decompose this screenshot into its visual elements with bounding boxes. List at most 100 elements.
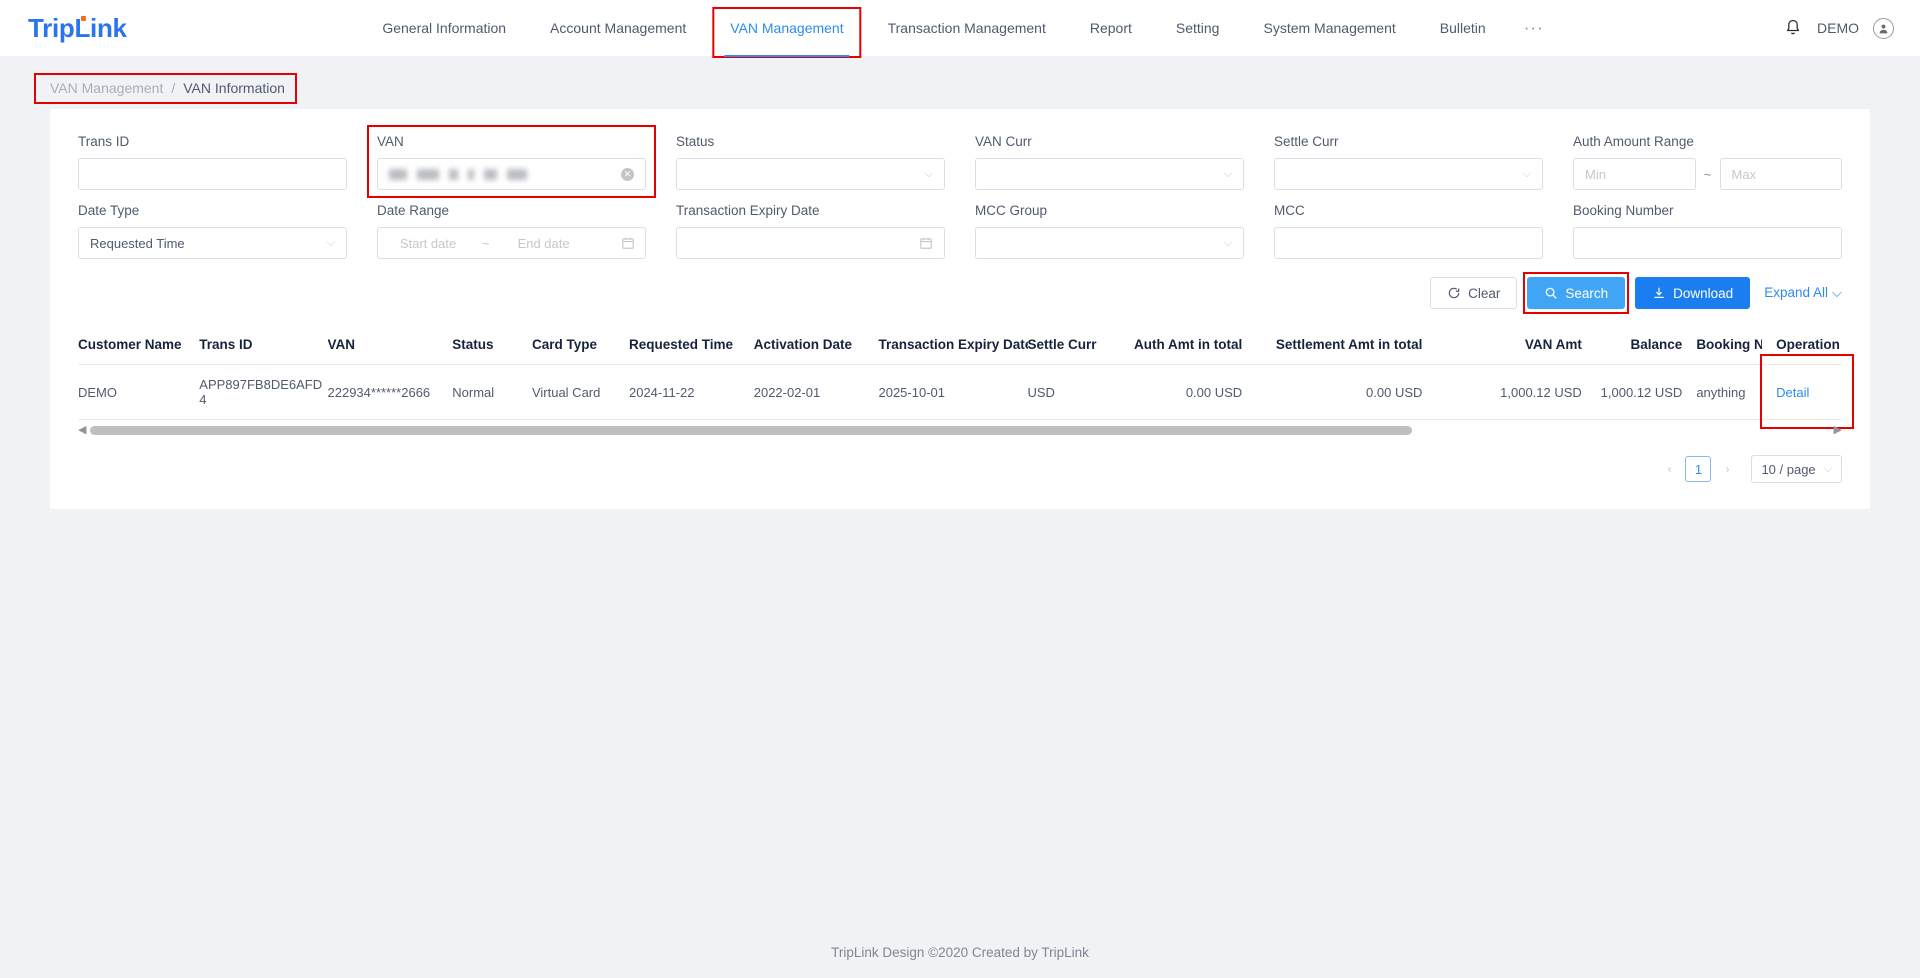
nav-item-system-management[interactable]: System Management bbox=[1241, 0, 1417, 57]
col-requested-time[interactable]: Requested Time bbox=[629, 325, 754, 365]
table-row[interactable]: DEMO APP897FB8DE6AFD4 222934******2666 N… bbox=[78, 365, 1842, 420]
cell-card-type: Virtual Card bbox=[532, 365, 629, 420]
date-range-picker[interactable]: Start date ~ End date bbox=[377, 227, 646, 259]
date-type-select[interactable]: Requested Time ⌵ bbox=[78, 227, 347, 259]
nav-item-general-information[interactable]: General Information bbox=[360, 0, 528, 57]
start-date-placeholder: Start date bbox=[388, 236, 468, 251]
calendar-icon bbox=[919, 236, 933, 250]
nav-item-bulletin[interactable]: Bulletin bbox=[1418, 0, 1508, 57]
cell-settle-curr: USD bbox=[1028, 365, 1118, 420]
chevron-down-icon: ⌵ bbox=[327, 237, 335, 250]
nav-item-van-management[interactable]: VAN Management bbox=[708, 0, 865, 57]
scrollbar-thumb[interactable] bbox=[90, 426, 1412, 435]
field-transaction-expiry-date: Transaction Expiry Date bbox=[676, 202, 945, 269]
col-card-type[interactable]: Card Type bbox=[532, 325, 629, 365]
main-nav: General Information Account Management V… bbox=[360, 0, 1559, 57]
download-button-label: Download bbox=[1673, 286, 1733, 301]
nav-item-report[interactable]: Report bbox=[1068, 0, 1154, 57]
date-type-value: Requested Time bbox=[90, 236, 185, 251]
trans-id-input[interactable] bbox=[78, 158, 347, 190]
col-status[interactable]: Status bbox=[452, 325, 532, 365]
van-table-wrap: Customer Name Trans ID VAN Status Card T… bbox=[78, 325, 1842, 420]
download-icon bbox=[1652, 286, 1666, 300]
nav-item-setting[interactable]: Setting bbox=[1154, 0, 1242, 57]
nav-label: Setting bbox=[1176, 20, 1220, 36]
col-trans-id[interactable]: Trans ID bbox=[199, 325, 327, 365]
app-logo[interactable]: TripLink bbox=[28, 13, 127, 44]
col-settlement-amt-in-total[interactable]: Settlement Amt in total bbox=[1256, 325, 1436, 365]
transaction-expiry-date-picker[interactable] bbox=[676, 227, 945, 259]
col-customer-name[interactable]: Customer Name bbox=[78, 325, 199, 365]
chevron-down-icon: ⌵ bbox=[1224, 237, 1232, 250]
col-auth-amt-in-total[interactable]: Auth Amt in total bbox=[1118, 325, 1257, 365]
col-balance[interactable]: Balance bbox=[1596, 325, 1697, 365]
booking-number-input[interactable] bbox=[1573, 227, 1842, 259]
search-icon bbox=[1544, 286, 1558, 300]
breadcrumb-separator: / bbox=[171, 80, 175, 96]
user-avatar-icon[interactable] bbox=[1873, 18, 1894, 39]
col-transaction-expiry-date[interactable]: Transaction Expiry Date bbox=[878, 325, 1027, 365]
end-date-placeholder: End date bbox=[504, 236, 584, 251]
logo-dot bbox=[81, 16, 86, 21]
pagination-page-1[interactable]: 1 bbox=[1685, 456, 1711, 482]
scroll-right-icon[interactable]: ▶ bbox=[1834, 426, 1842, 435]
table-horizontal-scrollbar[interactable]: ◀ ▶ bbox=[78, 426, 1842, 435]
nav-item-account-management[interactable]: Account Management bbox=[528, 0, 708, 57]
field-van: VAN ✕ bbox=[377, 133, 646, 200]
field-mcc: MCC bbox=[1274, 202, 1543, 269]
van-input[interactable]: ✕ bbox=[377, 158, 646, 190]
label-auth-amount-range: Auth Amount Range bbox=[1573, 133, 1842, 151]
label-van-curr: VAN Curr bbox=[975, 133, 1244, 151]
label-mcc-group: MCC Group bbox=[975, 202, 1244, 220]
breadcrumb-current: VAN Information bbox=[183, 80, 285, 96]
col-settle-curr[interactable]: Settle Curr bbox=[1028, 325, 1118, 365]
page-size-select[interactable]: 10 / page ⌵ bbox=[1751, 455, 1842, 483]
col-activation-date[interactable]: Activation Date bbox=[754, 325, 879, 365]
scroll-left-icon[interactable]: ◀ bbox=[78, 426, 86, 435]
nav-overflow-icon[interactable]: ··· bbox=[1508, 18, 1560, 38]
header-right-group: DEMO bbox=[1783, 18, 1894, 39]
chevron-down-icon: ⌵ bbox=[1224, 168, 1232, 181]
field-van-curr: VAN Curr ⌵ bbox=[975, 133, 1244, 200]
clear-button[interactable]: Clear bbox=[1430, 277, 1517, 309]
date-range-separator: ~ bbox=[482, 236, 490, 251]
col-van-amt[interactable]: VAN Amt bbox=[1436, 325, 1595, 365]
cell-van-amt: 1,000.12 USD bbox=[1436, 365, 1595, 420]
pagination-prev[interactable]: ‹ bbox=[1661, 462, 1677, 476]
auth-amount-max-input[interactable]: Max bbox=[1720, 158, 1843, 190]
detail-link[interactable]: Detail bbox=[1776, 385, 1809, 400]
scrollbar-track[interactable] bbox=[90, 426, 1829, 435]
pagination-next[interactable]: › bbox=[1719, 462, 1735, 476]
nav-label: General Information bbox=[382, 20, 506, 36]
reset-icon bbox=[1447, 286, 1461, 300]
cell-operation: Detail bbox=[1762, 365, 1842, 420]
mcc-input[interactable] bbox=[1274, 227, 1543, 259]
settle-curr-select[interactable]: ⌵ bbox=[1274, 158, 1543, 190]
main-card: Trans ID VAN ✕ Status ⌵ VAN Curr ⌵ bbox=[50, 109, 1870, 509]
field-mcc-group: MCC Group ⌵ bbox=[975, 202, 1244, 269]
search-button[interactable]: Search bbox=[1527, 277, 1625, 309]
download-button[interactable]: Download bbox=[1635, 277, 1750, 309]
clear-circle-icon[interactable]: ✕ bbox=[621, 168, 634, 181]
van-curr-select[interactable]: ⌵ bbox=[975, 158, 1244, 190]
page-footer: TripLink Design ©2020 Created by TripLin… bbox=[0, 945, 1920, 960]
auth-amount-min-input[interactable]: Min bbox=[1573, 158, 1696, 190]
page-size-label: 10 / page bbox=[1761, 462, 1815, 477]
status-select[interactable]: ⌵ bbox=[676, 158, 945, 190]
breadcrumb-parent[interactable]: VAN Management bbox=[50, 80, 163, 96]
nav-item-transaction-management[interactable]: Transaction Management bbox=[866, 0, 1068, 57]
chevron-down-icon: ⌵ bbox=[1824, 463, 1832, 476]
auth-min-placeholder: Min bbox=[1585, 167, 1606, 182]
col-booking-number[interactable]: Booking N bbox=[1696, 325, 1762, 365]
field-date-type: Date Type Requested Time ⌵ bbox=[78, 202, 347, 269]
auth-amount-range-row: Min ~ Max bbox=[1573, 158, 1842, 190]
expand-all-toggle[interactable]: Expand All ⌵ bbox=[1764, 285, 1842, 301]
mcc-group-select[interactable]: ⌵ bbox=[975, 227, 1244, 259]
nav-label: Bulletin bbox=[1440, 20, 1486, 36]
bell-icon[interactable] bbox=[1783, 18, 1803, 38]
col-van[interactable]: VAN bbox=[328, 325, 453, 365]
field-date-range: Date Range Start date ~ End date bbox=[377, 202, 646, 269]
user-name: DEMO bbox=[1817, 20, 1859, 36]
label-transaction-expiry-date: Transaction Expiry Date bbox=[676, 202, 945, 220]
auth-max-placeholder: Max bbox=[1732, 167, 1757, 182]
